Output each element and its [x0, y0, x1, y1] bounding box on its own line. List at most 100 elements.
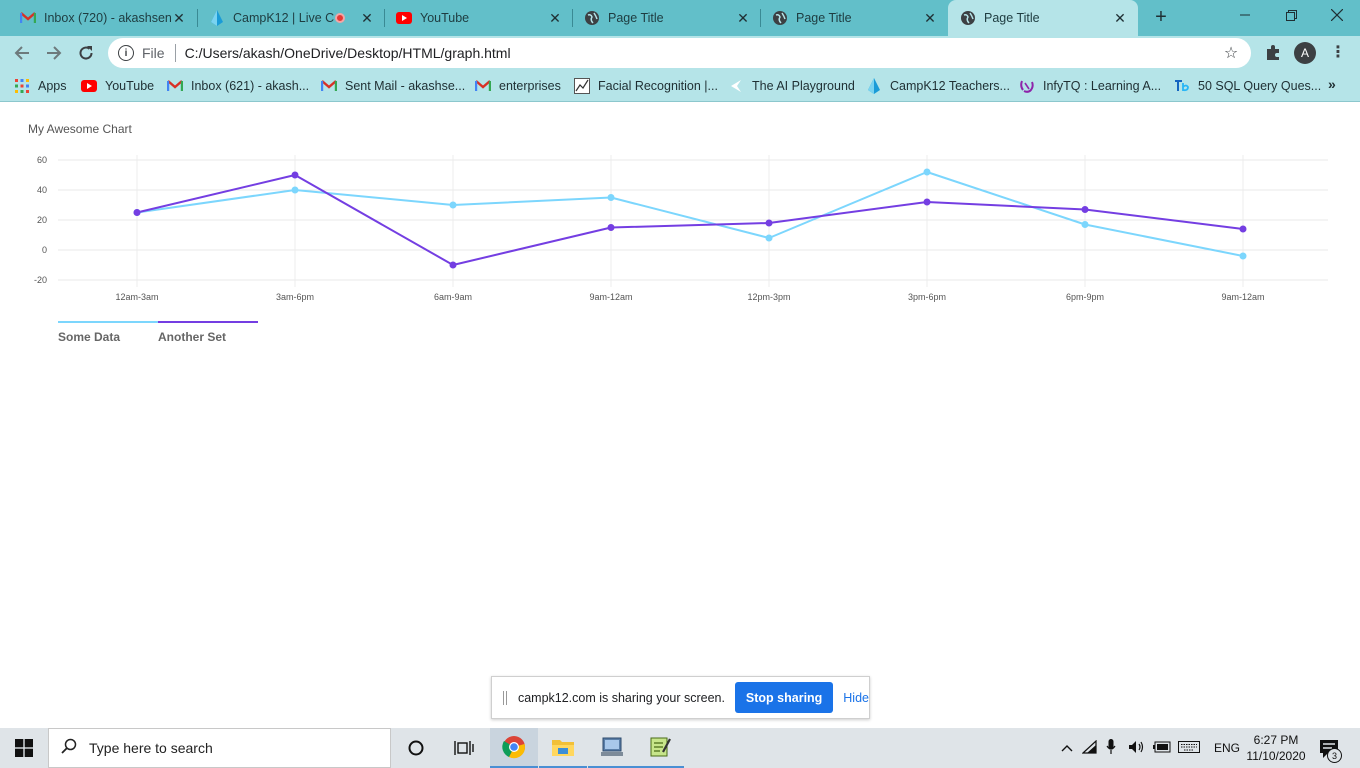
chart-doc-icon — [574, 78, 590, 94]
clock-time: 6:27 PM — [1253, 733, 1299, 747]
tab-gmail-inbox[interactable]: Inbox (720) - akashsen ✕ — [0, 0, 197, 36]
battery-icon[interactable] — [1152, 741, 1178, 756]
divider — [174, 44, 176, 62]
profile-avatar[interactable]: A — [1294, 42, 1316, 64]
data-point — [1239, 225, 1247, 233]
file-explorer-icon[interactable] — [539, 728, 587, 768]
close-icon[interactable]: ✕ — [171, 10, 187, 26]
tab-page-title-active[interactable]: Page Title ✕ — [948, 0, 1138, 36]
tab-title: CampK12 | Live Cla — [233, 11, 335, 25]
close-window-button[interactable] — [1314, 0, 1360, 30]
close-icon[interactable]: ✕ — [922, 10, 938, 26]
bookmark-ai-playground[interactable]: The AI Playground — [728, 77, 855, 95]
bookmark-apps[interactable]: Apps — [14, 77, 67, 95]
notepad-plus-icon[interactable] — [636, 728, 684, 768]
bookmark-campk12-teachers[interactable]: CampK12 Teachers... — [866, 77, 1010, 95]
language-indicator[interactable]: ENG — [1214, 741, 1240, 755]
legend-label: Some Data — [58, 330, 121, 344]
tab-title: Page Title — [984, 11, 1040, 25]
tab-youtube[interactable]: YouTube ✕ — [376, 0, 573, 36]
data-point — [607, 194, 615, 201]
screen-share-bar: campk12.com is sharing your screen. Stop… — [491, 676, 870, 719]
reload-button[interactable] — [74, 41, 98, 65]
recording-icon — [335, 13, 345, 23]
globe-icon — [960, 10, 976, 26]
x-tick-label: 3pm-6pm — [908, 292, 946, 302]
wifi-icon[interactable] — [1081, 739, 1106, 757]
address-bar[interactable]: i File C:/Users/akash/OneDrive/Desktop/H… — [108, 38, 1251, 68]
bookmark-enterprises[interactable]: enterprises — [475, 77, 561, 95]
new-tab-button[interactable]: + — [1150, 6, 1172, 28]
close-icon[interactable]: ✕ — [359, 10, 375, 26]
puzzle-icon[interactable] — [1264, 44, 1282, 62]
info-icon[interactable]: i — [118, 45, 134, 61]
restore-button[interactable] — [1268, 0, 1314, 30]
close-icon[interactable]: ✕ — [735, 10, 751, 26]
chrome-taskbar-icon[interactable] — [490, 728, 538, 768]
app-taskbar-icon[interactable] — [588, 728, 636, 768]
task-view-icon[interactable] — [440, 728, 488, 768]
gmail-icon — [475, 78, 491, 94]
taskbar-search[interactable]: Type here to search — [48, 728, 391, 768]
reload-icon — [79, 46, 93, 60]
bookmark-youtube[interactable]: YouTube — [81, 77, 154, 95]
back-button[interactable] — [10, 41, 34, 65]
y-tick-label: 0 — [42, 245, 47, 255]
bookmark-label: CampK12 Teachers... — [890, 79, 1010, 93]
bookmark-label: Facial Recognition |... — [598, 79, 718, 93]
legend-item[interactable]: Some Data — [58, 321, 158, 345]
bookmark-label: 50 SQL Query Ques... — [1198, 79, 1322, 93]
tab-campk12-live[interactable]: CampK12 | Live Cla ✕ — [189, 0, 385, 36]
arrow-right-icon — [47, 46, 62, 60]
start-button[interactable] — [0, 728, 48, 768]
windows-taskbar: Type here to search ENG 6:27 PM 11/10/20… — [0, 728, 1360, 768]
legend-item[interactable]: Another Set — [158, 321, 258, 345]
bookmark-inbox[interactable]: Inbox (621) - akash... — [167, 77, 309, 95]
y-tick-label: -20 — [34, 275, 47, 285]
data-point — [291, 171, 299, 179]
chevron-right-icon[interactable]: » — [1328, 76, 1336, 92]
legend-label: Another Set — [158, 330, 227, 344]
microphone-icon[interactable] — [1106, 738, 1128, 758]
star-icon[interactable]: ☆ — [1221, 43, 1241, 63]
x-tick-label: 3am-6pm — [276, 292, 314, 302]
series-line-1 — [136, 171, 1244, 257]
url-text[interactable]: C:/Users/akash/OneDrive/Desktop/HTML/gra… — [185, 45, 1221, 61]
browser-toolbar: i File C:/Users/akash/OneDrive/Desktop/H… — [0, 36, 1360, 70]
y-tick-label: 60 — [37, 155, 47, 165]
tab-page-title-2[interactable]: Page Title ✕ — [752, 0, 948, 36]
sql-icon — [1174, 78, 1190, 94]
minimize-button[interactable] — [1222, 0, 1268, 30]
clock[interactable]: 6:27 PM 11/10/2020 — [1240, 732, 1312, 764]
stop-sharing-button[interactable]: Stop sharing — [734, 682, 834, 713]
youtube-icon — [396, 10, 412, 26]
volume-icon[interactable] — [1128, 740, 1152, 757]
tab-strip: Inbox (720) - akashsen ✕ CampK12 | Live … — [0, 0, 1360, 36]
bookmark-label: Inbox (621) - akash... — [191, 79, 310, 93]
cortana-icon[interactable] — [392, 728, 440, 768]
chevron-up-icon[interactable] — [1058, 741, 1076, 755]
bookmark-sql-queries[interactable]: 50 SQL Query Ques... — [1174, 77, 1321, 95]
campk12-icon — [866, 78, 882, 94]
bookmark-infytq[interactable]: InfyTQ : Learning A... — [1019, 77, 1161, 95]
bookmark-sent-mail[interactable]: Sent Mail - akashse... — [321, 77, 465, 95]
globe-icon — [584, 10, 600, 26]
keyboard-icon[interactable] — [1178, 740, 1208, 756]
bookmark-label: enterprises — [499, 79, 561, 93]
bookmark-facial-recognition[interactable]: Facial Recognition |... — [574, 77, 718, 95]
data-point — [765, 234, 773, 242]
ai-playground-icon — [728, 78, 744, 94]
data-point — [765, 219, 773, 227]
hide-button[interactable]: Hide — [843, 691, 869, 705]
x-tick-label: 12am-3am — [115, 292, 158, 302]
close-icon[interactable]: ✕ — [547, 10, 563, 26]
forward-button[interactable] — [42, 41, 66, 65]
close-icon[interactable]: ✕ — [1112, 10, 1128, 26]
bookmark-label: Sent Mail - akashse... — [345, 79, 466, 93]
gmail-icon — [321, 78, 337, 94]
data-point — [923, 198, 931, 206]
drag-handle[interactable] — [503, 690, 507, 705]
menu-dots-icon[interactable]: ⋮ — [1330, 42, 1346, 64]
system-tray: ENG — [1058, 728, 1240, 768]
tab-page-title-1[interactable]: Page Title ✕ — [564, 0, 761, 36]
